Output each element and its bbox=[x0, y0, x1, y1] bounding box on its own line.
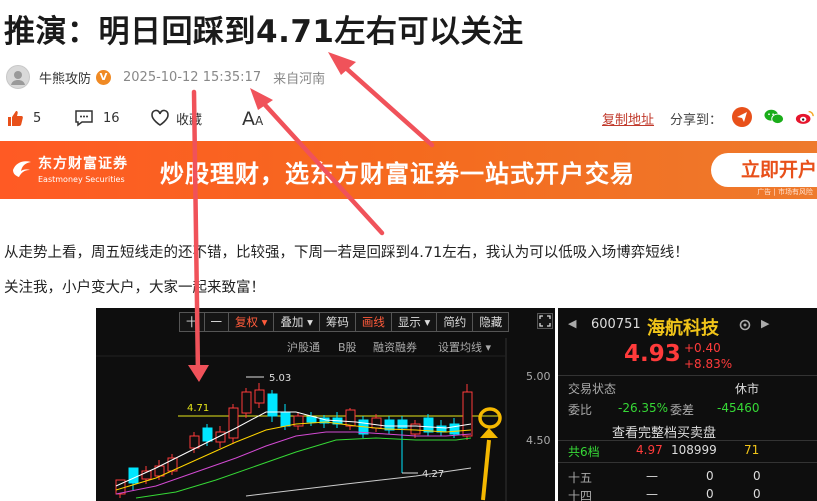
orderbook-row-label: 十四 bbox=[568, 489, 593, 501]
high-marker-label: 5.03 bbox=[269, 373, 291, 384]
open-account-button[interactable]: 立即开户 bbox=[711, 153, 817, 187]
weibo-icon[interactable] bbox=[795, 107, 815, 127]
article-title: 推演：明日回踩到4.71左右可以关注 bbox=[4, 14, 524, 50]
level6-price: 4.97 bbox=[636, 443, 663, 457]
price-change: +0.40 bbox=[684, 341, 721, 355]
action-bar: 5 16 收藏 A A 复制地址 分享到： bbox=[6, 106, 817, 130]
user-avatar-icon bbox=[11, 71, 25, 85]
heart-icon bbox=[151, 109, 169, 126]
arrowhead bbox=[328, 52, 356, 75]
level6-count: 71 bbox=[744, 443, 760, 457]
price-change-pct: +8.83% bbox=[684, 357, 733, 371]
orderbook-row-label: 十五 bbox=[568, 471, 593, 485]
low-marker-label: 4.27 bbox=[422, 469, 444, 480]
stock-name: 海航科技 bbox=[647, 318, 719, 339]
candlestick bbox=[371, 417, 382, 429]
comment-count: 16 bbox=[103, 110, 120, 126]
candlestick bbox=[189, 435, 200, 449]
eastmoney-logo-icon bbox=[13, 161, 31, 177]
copy-link[interactable]: 复制地址 bbox=[602, 109, 654, 128]
stock-code: 600751 bbox=[591, 317, 641, 332]
orderbook-row-count: 0 bbox=[753, 469, 761, 483]
like-count: 5 bbox=[33, 110, 42, 126]
ad-slogan: 炒股理财，选东方财富证券一站式开户交易 bbox=[160, 160, 635, 188]
price-axis-label: 4.50 bbox=[526, 434, 551, 447]
comment-button[interactable]: 16 bbox=[74, 106, 120, 130]
divider bbox=[558, 375, 817, 376]
ad-banner[interactable]: 东方财富证券 Eastmoney Securities 炒股理财，选东方财富证券… bbox=[0, 141, 817, 199]
publish-location: 来自河南 bbox=[273, 71, 326, 87]
candlestick bbox=[384, 419, 395, 431]
candlestick bbox=[280, 411, 291, 427]
divider bbox=[558, 440, 817, 441]
divider bbox=[558, 462, 817, 463]
candlestick bbox=[202, 427, 213, 442]
candlestick bbox=[267, 393, 278, 417]
candlestick bbox=[306, 416, 317, 423]
avatar[interactable] bbox=[6, 65, 30, 89]
publish-time: 2025-10-12 15:35:17 bbox=[123, 69, 262, 85]
orderbook-row-count: 0 bbox=[753, 487, 761, 501]
font-size-button[interactable]: A A bbox=[242, 106, 263, 130]
weicha-value: -45460 bbox=[717, 401, 760, 415]
level6-volume: 108999 bbox=[671, 443, 717, 457]
orderbook-row-volume: 0 bbox=[706, 487, 714, 501]
candlestick bbox=[128, 467, 139, 484]
prev-stock-icon[interactable]: ◀ bbox=[568, 317, 576, 330]
ad-disclaimer: 广告 | 市场有风险 bbox=[757, 188, 813, 196]
favorite-button[interactable]: 收藏 bbox=[150, 106, 202, 130]
full-orderbook-link[interactable]: 查看完整档买卖盘 bbox=[612, 422, 716, 441]
candlestick bbox=[397, 419, 408, 429]
trade-state-value: 休市 bbox=[735, 382, 760, 396]
share-label: 分享到： bbox=[670, 113, 723, 128]
candlestick bbox=[423, 417, 434, 433]
quote-header: ◀ 600751 海航科技 ▶ bbox=[558, 314, 817, 339]
weicha-label: 委差 bbox=[670, 403, 695, 417]
trade-state-label: 交易状态 bbox=[568, 382, 617, 396]
article-paragraph: 从走势上看，周五短线走的还不错，比较强，下周一若是回踩到4.71左右，我认为可以… bbox=[4, 245, 689, 261]
weibi-label: 委比 bbox=[568, 403, 593, 417]
settings-icon[interactable] bbox=[738, 318, 752, 332]
stock-price: 4.93 bbox=[624, 341, 681, 367]
candlestick bbox=[345, 409, 356, 427]
thumbs-up-icon bbox=[8, 111, 23, 126]
kline-chart-image: 十一复权 ▾ 叠加 ▾ 筹码 画线 显示 ▾ 简约 隐藏 沪股通 B股 融资融券 设置均线 … bbox=[96, 308, 555, 501]
comment-icon bbox=[75, 110, 93, 127]
arrow-to-title bbox=[335, 58, 435, 148]
candlestick bbox=[254, 389, 265, 404]
orderbook-row-volume: 0 bbox=[706, 469, 714, 483]
article-paragraph: 关注我，小户变大户，大家一起来致富！ bbox=[4, 280, 265, 296]
price-axis-label: 5.00 bbox=[526, 370, 551, 383]
like-button[interactable]: 5 bbox=[6, 106, 41, 130]
favorite-label: 收藏 bbox=[176, 112, 203, 128]
candlestick bbox=[449, 423, 460, 435]
orderbook-row-price: — bbox=[646, 487, 658, 501]
candlestick bbox=[228, 407, 239, 439]
candlestick bbox=[241, 391, 252, 414]
level6-label: 共6档 bbox=[568, 445, 600, 459]
verified-badge: V bbox=[96, 69, 112, 85]
next-stock-icon[interactable]: ▶ bbox=[761, 317, 769, 330]
quote-panel: ◀ 600751 海航科技 ▶ 4.93 +0.40 +8.83% 交易状态 休… bbox=[558, 308, 817, 501]
weibi-value: -26.35% bbox=[618, 401, 669, 415]
font-size-large-label: A bbox=[242, 108, 255, 130]
article-meta: 牛熊攻防 V 2025-10-12 15:35:17 来自河南 bbox=[6, 64, 325, 90]
eastmoney-share-icon[interactable] bbox=[732, 107, 752, 127]
candlestick bbox=[462, 391, 473, 437]
wechat-icon[interactable] bbox=[764, 107, 784, 127]
author-name[interactable]: 牛熊攻防 bbox=[39, 68, 91, 87]
font-size-small-label: A bbox=[255, 114, 264, 128]
orderbook-row-price: — bbox=[646, 469, 658, 483]
ad-logo: 东方财富证券 Eastmoney Securities bbox=[10, 153, 128, 184]
kline-canvas: 5.00 4.50 4.71 5.03 4.27 bbox=[96, 338, 551, 501]
reference-line-label: 4.71 bbox=[187, 403, 209, 414]
